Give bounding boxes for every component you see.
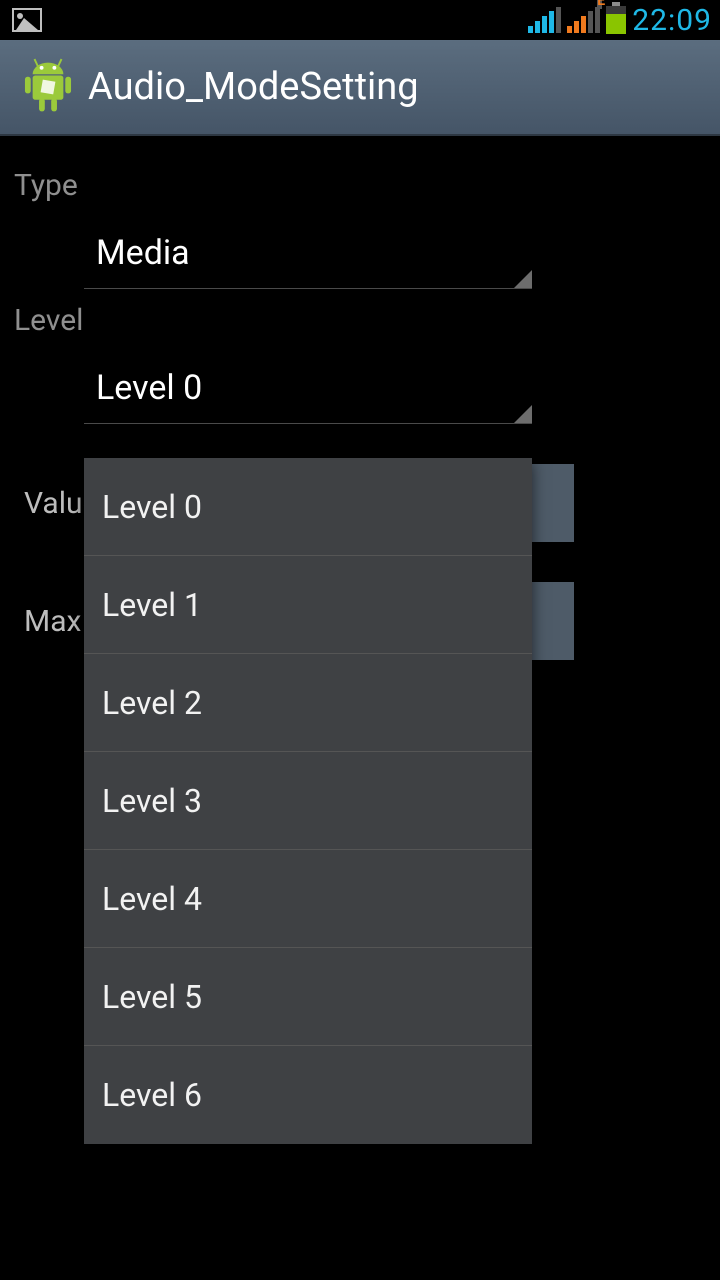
status-bar: E 22:09 <box>0 0 720 40</box>
dropdown-item[interactable]: Level 6 <box>84 1046 532 1144</box>
level-spinner-value: Level 0 <box>96 368 202 408</box>
dropdown-item-label: Level 1 <box>102 586 202 624</box>
dropdown-item-label: Level 3 <box>102 782 202 820</box>
signal-icon-sim1 <box>528 7 561 33</box>
dropdown-item-label: Level 2 <box>102 684 202 722</box>
battery-icon <box>606 6 626 34</box>
clock: 22:09 <box>632 3 712 38</box>
dropdown-item[interactable]: Level 1 <box>84 556 532 654</box>
level-spinner[interactable]: Level 0 <box>84 352 532 424</box>
dropdown-item[interactable]: Level 3 <box>84 752 532 850</box>
level-dropdown-popup: Level 0 Level 1 Level 2 Level 3 Level 4 … <box>84 458 532 1144</box>
spinner-triangle-icon <box>514 405 532 423</box>
signal-icon-sim2: E <box>567 7 600 33</box>
app-icon <box>12 51 84 123</box>
type-spinner[interactable]: Media <box>84 217 532 289</box>
page-title: Audio_ModeSetting <box>88 65 419 109</box>
notification-image-icon <box>12 8 42 32</box>
edge-indicator: E <box>597 0 602 9</box>
action-bar: Audio_ModeSetting <box>0 40 720 136</box>
type-label: Type <box>14 168 710 203</box>
type-spinner-value: Media <box>96 233 190 273</box>
dropdown-item-label: Level 6 <box>102 1076 202 1114</box>
dropdown-item-label: Level 4 <box>102 880 202 918</box>
dropdown-item[interactable]: Level 5 <box>84 948 532 1046</box>
dropdown-item[interactable]: Level 4 <box>84 850 532 948</box>
dropdown-item[interactable]: Level 2 <box>84 654 532 752</box>
spinner-triangle-icon <box>514 270 532 288</box>
android-robot-icon <box>16 55 80 119</box>
level-label: Level <box>14 303 710 338</box>
dropdown-item-label: Level 5 <box>102 978 202 1016</box>
dropdown-item[interactable]: Level 0 <box>84 458 532 556</box>
dropdown-item-label: Level 0 <box>102 488 202 526</box>
